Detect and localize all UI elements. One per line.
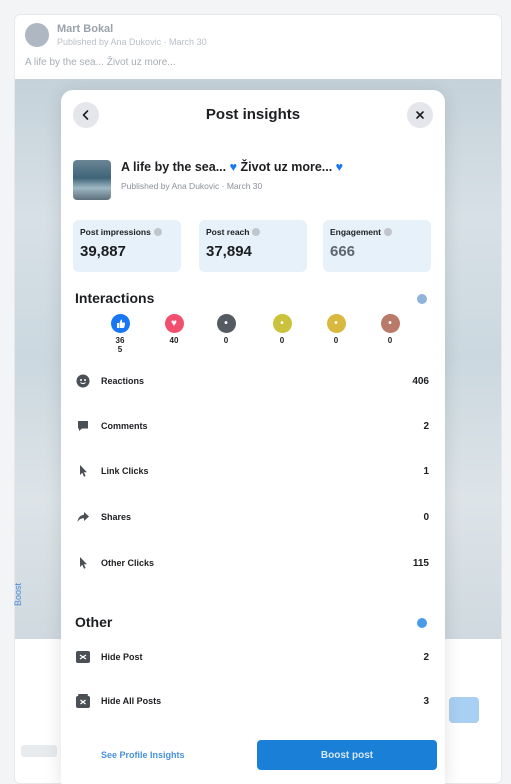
hide-post-icon bbox=[75, 649, 91, 665]
metric-row-comments: Comments 2 bbox=[75, 415, 429, 437]
other-title: Other bbox=[75, 614, 113, 630]
reactions-icon bbox=[75, 373, 91, 389]
reaction-wow: • 0 bbox=[321, 314, 351, 345]
metric-row-hide-all-posts: Hide All Posts 3 bbox=[75, 690, 429, 712]
info-icon[interactable] bbox=[384, 228, 393, 236]
background-post-author[interactable]: Mart Bokal bbox=[57, 23, 207, 35]
stat-value: 39,887 bbox=[80, 243, 126, 260]
metric-value: 406 bbox=[412, 375, 429, 387]
post-insights-modal: Post insights A life by the sea... ♥ Živ… bbox=[61, 90, 445, 784]
metric-label: Shares bbox=[101, 512, 132, 522]
blue-heart-icon: ♥ bbox=[229, 160, 238, 174]
background-side-tag: Boost bbox=[13, 583, 23, 607]
like-icon bbox=[110, 314, 130, 333]
interactions-info-icon[interactable] bbox=[417, 294, 427, 304]
reaction-count: 40 bbox=[169, 336, 179, 345]
care-icon: • bbox=[216, 314, 236, 333]
interactions-title: Interactions bbox=[75, 290, 155, 306]
metric-label: Hide All Posts bbox=[101, 696, 162, 706]
background-post-meta: Published by Ana Dukovic · March 30 bbox=[57, 37, 207, 47]
other-info-icon[interactable] bbox=[417, 618, 427, 628]
metric-row-other-clicks: Other Clicks 115 bbox=[75, 552, 429, 574]
stat-value: 37,894 bbox=[206, 243, 252, 260]
sad-icon: • bbox=[380, 314, 400, 333]
wow-icon: • bbox=[326, 314, 346, 333]
post-caption[interactable]: A life by the sea... ♥ Život uz more... … bbox=[121, 160, 343, 174]
reaction-care: • 0 bbox=[211, 314, 241, 345]
metric-label: Link Clicks bbox=[101, 466, 149, 476]
stat-card-engagement: Engagement 666 bbox=[323, 220, 431, 272]
close-icon bbox=[416, 111, 424, 119]
post-thumbnail[interactable] bbox=[73, 160, 111, 200]
link-clicks-icon bbox=[75, 463, 91, 479]
post-meta: Published by Ana Dukovic · March 30 bbox=[121, 181, 263, 191]
reaction-count: 36 5 bbox=[115, 336, 125, 354]
reaction-count: 0 bbox=[333, 336, 339, 345]
metric-label: Hide Post bbox=[101, 652, 143, 662]
haha-icon: • bbox=[272, 314, 292, 333]
metric-value: 2 bbox=[423, 651, 429, 663]
metric-row-hide-post: Hide Post 2 bbox=[75, 646, 429, 668]
stat-label: Post impressions bbox=[80, 227, 151, 237]
avatar[interactable] bbox=[25, 23, 49, 47]
stat-card-reach: Post reach 37,894 bbox=[199, 220, 307, 272]
background-boost-button[interactable] bbox=[449, 697, 479, 723]
post-caption-part2: Život uz more... bbox=[240, 160, 336, 174]
love-icon: ♥ bbox=[164, 314, 184, 333]
stat-value: 666 bbox=[330, 243, 356, 260]
boost-post-button[interactable]: Boost post bbox=[257, 740, 437, 770]
reaction-love: ♥ 40 bbox=[159, 314, 189, 345]
metric-value: 0 bbox=[423, 511, 429, 523]
reaction-sad: • 0 bbox=[375, 314, 405, 345]
shares-icon bbox=[75, 509, 91, 525]
metric-row-link-clicks: Link Clicks 1 bbox=[75, 460, 429, 482]
metric-value: 3 bbox=[423, 695, 429, 707]
see-profile-insights-link[interactable]: See Profile Insights bbox=[101, 750, 185, 760]
hide-all-posts-icon bbox=[75, 693, 91, 709]
stat-card-impressions: Post impressions 39,887 bbox=[73, 220, 181, 272]
reaction-like: 36 5 bbox=[105, 314, 135, 354]
background-post-caption: A life by the sea... Život uz more... bbox=[25, 57, 176, 68]
reaction-count: 0 bbox=[223, 336, 229, 345]
metric-label: Comments bbox=[101, 421, 148, 431]
background-post-header: Mart Bokal Published by Ana Dukovic · Ma… bbox=[25, 23, 207, 47]
metric-value: 115 bbox=[412, 557, 429, 569]
reaction-haha: • 0 bbox=[267, 314, 297, 345]
info-icon[interactable] bbox=[252, 228, 261, 236]
background-bottom-placeholder bbox=[21, 745, 57, 757]
metric-row-reactions: Reactions 406 bbox=[75, 370, 429, 392]
metric-row-shares: Shares 0 bbox=[75, 506, 429, 528]
metric-label: Other Clicks bbox=[101, 558, 155, 568]
blue-heart-icon: ♥ bbox=[335, 160, 344, 174]
comments-icon bbox=[75, 418, 91, 434]
metric-value: 1 bbox=[423, 465, 429, 477]
modal-title: Post insights bbox=[205, 106, 301, 123]
stat-label: Engagement bbox=[330, 227, 382, 237]
reaction-count: 0 bbox=[279, 336, 285, 345]
stat-label: Post reach bbox=[206, 227, 250, 237]
close-button[interactable] bbox=[407, 102, 433, 128]
metric-label: Reactions bbox=[101, 376, 145, 386]
reaction-count: 0 bbox=[387, 336, 393, 345]
other-clicks-icon bbox=[75, 555, 91, 571]
post-caption-part1: A life by the sea... bbox=[121, 160, 230, 174]
metric-value: 2 bbox=[423, 420, 429, 432]
info-icon[interactable] bbox=[153, 228, 162, 236]
